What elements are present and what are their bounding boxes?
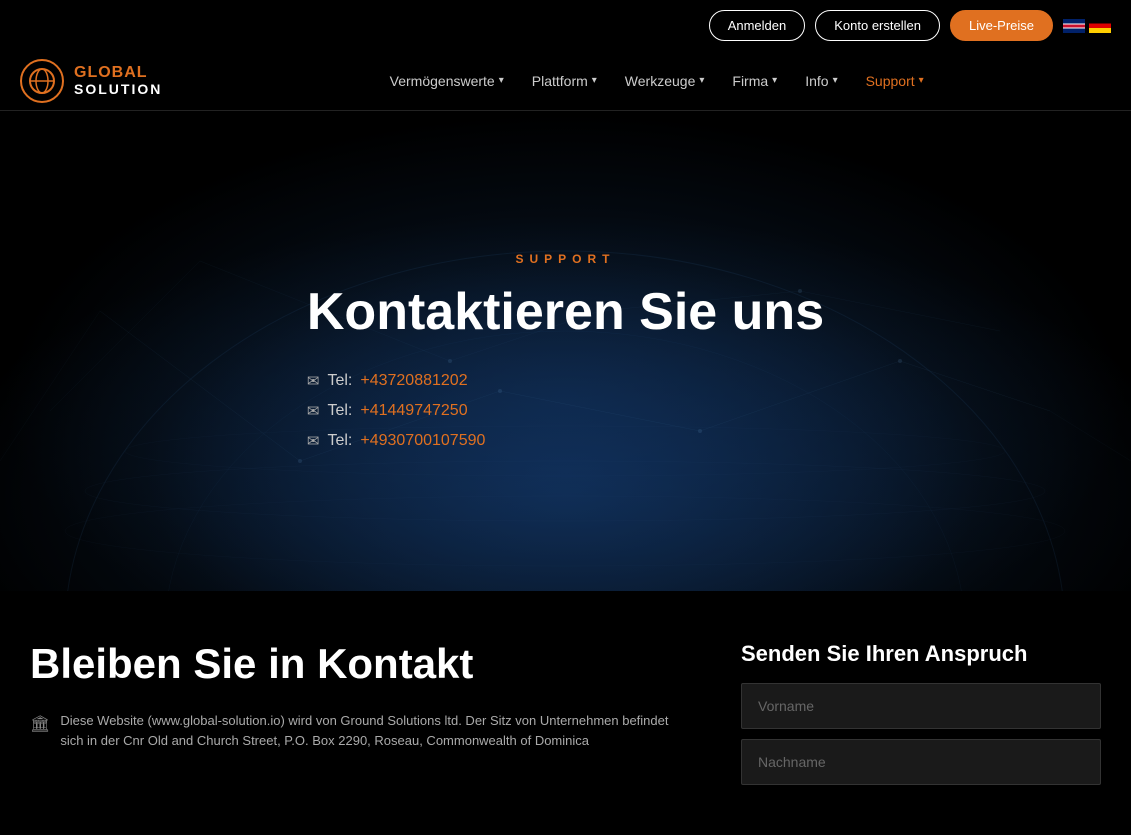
mail-icon: ✉ — [307, 372, 320, 390]
nav-item-support[interactable]: Support ▾ — [856, 67, 934, 95]
flag-uk-icon[interactable] — [1063, 19, 1085, 33]
left-column: Bleiben Sie in Kontakt 🏛 Diese Website (… — [30, 641, 681, 795]
login-button[interactable]: Anmelden — [709, 10, 806, 41]
language-flags — [1063, 19, 1111, 33]
mail-icon: ✉ — [307, 432, 320, 450]
register-button[interactable]: Konto erstellen — [815, 10, 940, 41]
building-icon: 🏛 — [30, 713, 50, 737]
nav-item-tools[interactable]: Werkzeuge ▾ — [615, 67, 715, 95]
contact-heading: Bleiben Sie in Kontakt — [30, 641, 681, 687]
hero-content: SUPPORT Kontaktieren Sie uns ✉ Tel: +437… — [307, 252, 824, 450]
contact-2: ✉ Tel: +41449747250 — [307, 402, 824, 420]
nav-item-platform[interactable]: Plattform ▾ — [522, 67, 607, 95]
navbar: GLOBAL SOLUTION Vermögenswerte ▾ Plattfo… — [0, 51, 1131, 111]
company-info: 🏛 Diese Website (www.global-solution.io)… — [30, 711, 681, 750]
nav-items: Vermögenswerte ▾ Plattform ▾ Werkzeuge ▾… — [202, 67, 1111, 95]
firstname-input[interactable] — [741, 683, 1101, 729]
right-column: Senden Sie Ihren Anspruch — [741, 641, 1101, 795]
chevron-down-icon: ▾ — [699, 75, 704, 86]
contact-1: ✉ Tel: +43720881202 — [307, 372, 824, 390]
logo[interactable]: GLOBAL SOLUTION — [20, 59, 162, 103]
flag-de-icon[interactable] — [1089, 19, 1111, 33]
mail-icon: ✉ — [307, 402, 320, 420]
contact-3: ✉ Tel: +4930700107590 — [307, 432, 824, 450]
chevron-down-icon: ▾ — [919, 75, 924, 86]
logo-text: GLOBAL SOLUTION — [74, 64, 162, 97]
hero-label: SUPPORT — [307, 252, 824, 266]
chevron-down-icon: ▾ — [592, 75, 597, 86]
lastname-input[interactable] — [741, 739, 1101, 785]
chevron-down-icon: ▾ — [499, 75, 504, 86]
topbar: Anmelden Konto erstellen Live-Preise — [0, 0, 1131, 51]
logo-icon — [20, 59, 64, 103]
chevron-down-icon: ▾ — [772, 75, 777, 86]
hero-section: SUPPORT Kontaktieren Sie uns ✉ Tel: +437… — [0, 111, 1131, 591]
hero-contacts: ✉ Tel: +43720881202 ✉ Tel: +41449747250 … — [307, 372, 824, 450]
bottom-section: Bleiben Sie in Kontakt 🏛 Diese Website (… — [0, 591, 1131, 835]
form-title: Senden Sie Ihren Anspruch — [741, 641, 1101, 667]
chevron-down-icon: ▾ — [833, 75, 838, 86]
hero-title: Kontaktieren Sie uns — [307, 282, 824, 342]
nav-item-assets[interactable]: Vermögenswerte ▾ — [380, 67, 514, 95]
nav-item-company[interactable]: Firma ▾ — [722, 67, 787, 95]
live-prices-button[interactable]: Live-Preise — [950, 10, 1053, 41]
nav-item-info[interactable]: Info ▾ — [795, 67, 847, 95]
company-info-text: Diese Website (www.global-solution.io) w… — [60, 711, 681, 750]
